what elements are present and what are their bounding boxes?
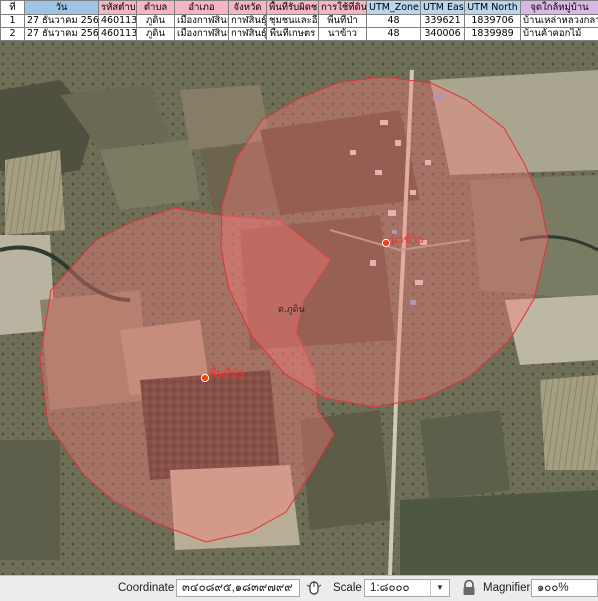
header-utm-north[interactable]: UTM North [465, 1, 521, 15]
dropdown-arrow-icon[interactable]: ▼ [430, 580, 449, 596]
cell-utm-north: 1839706 [465, 15, 521, 28]
magnifier-label: Magnifier [483, 582, 530, 594]
lock-icon[interactable] [460, 579, 478, 597]
village-label: ต.ภูดิน [278, 304, 305, 315]
cell-district: เมืองกาฬสินธุ์ [175, 15, 229, 28]
coordinate-label: Coordinate [118, 582, 174, 594]
hotspot-2-marker[interactable] [382, 239, 389, 246]
header-utm-east[interactable]: UTM East [421, 1, 465, 15]
table-row[interactable]: 2 27 ธันวาคม 2568 460113 ภูดิน เมืองกาฬส… [1, 28, 598, 41]
coordinate-field[interactable]: ๓๔๐๘๙๕,๑๘๓๙๗๙๙ [176, 579, 300, 597]
header-subdistrict[interactable]: ตำบล [137, 1, 175, 15]
cell-responsible-area: พื้นที่เกษตร [267, 28, 319, 41]
header-date[interactable]: วัน [25, 1, 99, 15]
status-bar: Coordinate ๓๔๐๘๙๕,๑๘๓๙๗๙๙ Scale 1:๘๐๐๐ ▼… [0, 575, 598, 601]
cell-utm-east: 340006 [421, 28, 465, 41]
header-district[interactable]: อำเภอ [175, 1, 229, 15]
scale-label: Scale [333, 582, 362, 594]
header-subdistrict-code[interactable]: รหัสตำบล [99, 1, 137, 15]
header-province[interactable]: จังหวัด [229, 1, 267, 15]
cell-utm-east: 339621 [421, 15, 465, 28]
table-row[interactable]: 1 27 ธันวาคม 2568 460113 ภูดิน เมืองกาฬส… [1, 15, 598, 28]
header-responsible-area[interactable]: พื้นที่รับผิดชอบ [267, 1, 319, 15]
header-land-use[interactable]: การใช้ที่ดิน [319, 1, 367, 15]
cell-no: 2 [1, 28, 25, 41]
map-canvas[interactable]: ต.ภูดิน พื้นที่ป่า นาข้าว [0, 41, 598, 575]
cell-subdistrict-code: 460113 [99, 28, 137, 41]
hotspot-1-marker[interactable] [201, 374, 208, 381]
cell-utm-zone: 48 [367, 15, 421, 28]
cell-land-use: พื้นที่ป่า [319, 15, 367, 28]
cell-subdistrict: ภูดิน [137, 28, 175, 41]
scale-value: 1:๘๐๐๐ [370, 582, 410, 594]
cell-subdistrict-code: 460113 [99, 15, 137, 28]
cell-land-use: นาข้าว [319, 28, 367, 41]
hotspot-1-label: พื้นที่ป่า [209, 365, 244, 380]
cell-utm-north: 1839989 [465, 28, 521, 41]
cell-province: กาฬสินธุ์ [229, 28, 267, 41]
cell-nearest-village: บ้านเหล่าหลวงกลาง [521, 15, 598, 28]
cell-district: เมืองกาฬสินธุ์ [175, 28, 229, 41]
header-nearest-village[interactable]: จุดใกล้หมู่บ้าน [521, 1, 598, 15]
header-utm-zone[interactable]: UTM_Zone [367, 1, 421, 15]
cell-responsible-area: ชุมชนและอื่น ๆ [267, 15, 319, 28]
header-no[interactable]: ที่ [1, 1, 25, 15]
cell-no: 1 [1, 15, 25, 28]
hotspot-2-label: นาข้าว [390, 233, 424, 246]
table-header-row: ที่ วัน รหัสตำบล ตำบล อำเภอ จังหวัด พื้น… [1, 1, 598, 15]
cell-province: กาฬสินธุ์ [229, 15, 267, 28]
mouse-icon[interactable] [305, 579, 323, 597]
cell-nearest-village: บ้านค้าคอกไม้ [521, 28, 598, 41]
cell-subdistrict: ภูดิน [137, 15, 175, 28]
cell-date: 27 ธันวาคม 2568 [25, 15, 99, 28]
cell-utm-zone: 48 [367, 28, 421, 41]
cell-date: 27 ธันวาคม 2568 [25, 28, 99, 41]
magnifier-field[interactable]: ๑๐๐% [531, 579, 598, 597]
attribute-table: ที่ วัน รหัสตำบล ตำบล อำเภอ จังหวัด พื้น… [0, 0, 598, 41]
scale-select[interactable]: 1:๘๐๐๐ ▼ [364, 579, 450, 597]
